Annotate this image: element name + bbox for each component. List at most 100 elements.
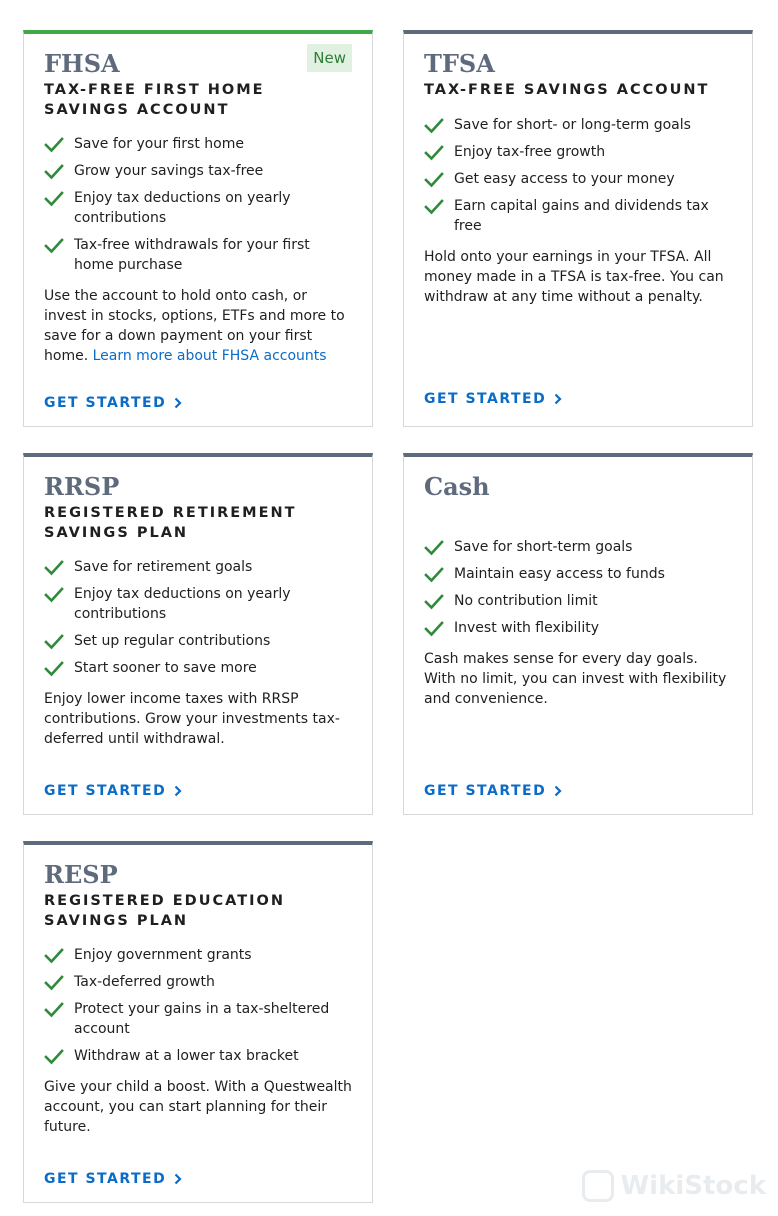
- feature-text: Set up regular contributions: [74, 633, 271, 649]
- feature-text: Invest with flexibility: [454, 620, 599, 636]
- cta-label: GET STARTED: [44, 395, 167, 411]
- get-started-button[interactable]: GET STARTED: [44, 394, 182, 412]
- card-abbr: FHSA: [44, 49, 120, 78]
- feature-text: Enjoy tax deductions on yearly contribut…: [74, 586, 291, 622]
- check-icon: [424, 199, 444, 215]
- check-icon: [424, 567, 444, 583]
- check-icon: [44, 634, 64, 650]
- check-icon: [44, 661, 64, 677]
- check-icon: [424, 621, 444, 637]
- feature-item: Earn capital gains and dividends tax fre…: [424, 196, 732, 236]
- new-badge: New: [307, 44, 352, 72]
- check-icon: [44, 948, 64, 964]
- feature-item: No contribution limit: [424, 591, 732, 611]
- feature-item: Protect your gains in a tax-sheltered ac…: [44, 999, 352, 1039]
- feature-item: Set up regular contributions: [44, 631, 352, 651]
- check-icon: [44, 587, 64, 603]
- feature-list: Save for your first home Grow your savin…: [44, 134, 352, 275]
- feature-item: Tax-free withdrawals for your first home…: [44, 235, 352, 275]
- get-started-button[interactable]: GET STARTED: [44, 782, 182, 800]
- check-icon: [44, 1049, 64, 1065]
- check-icon: [424, 594, 444, 610]
- card-description: Give your child a boost. With a Questwea…: [44, 1079, 352, 1135]
- card-abbr: RRSP: [44, 472, 120, 501]
- feature-list: Enjoy government grants Tax-deferred gro…: [44, 945, 352, 1066]
- check-icon: [424, 540, 444, 556]
- feature-text: Maintain easy access to funds: [454, 566, 665, 582]
- card-resp: RESP REGISTERED EDUCATION SAVINGS PLAN E…: [23, 841, 373, 1203]
- cta-label: GET STARTED: [424, 783, 547, 799]
- feature-item: Invest with flexibility: [424, 618, 732, 638]
- feature-text: Withdraw at a lower tax bracket: [74, 1048, 299, 1064]
- feature-text: Save for retirement goals: [74, 559, 253, 575]
- feature-text: Start sooner to save more: [74, 660, 257, 676]
- feature-item: Start sooner to save more: [44, 658, 352, 678]
- chevron-right-icon: [554, 785, 562, 797]
- card-tfsa: TFSA TAX-FREE SAVINGS ACCOUNT Save for s…: [403, 30, 753, 427]
- feature-text: Get easy access to your money: [454, 171, 675, 187]
- check-icon: [424, 118, 444, 134]
- card-description: Hold onto your earnings in your TFSA. Al…: [424, 249, 724, 305]
- feature-item: Enjoy tax deductions on yearly contribut…: [44, 188, 352, 228]
- feature-item: Save for short-term goals: [424, 537, 732, 557]
- chevron-right-icon: [174, 785, 182, 797]
- watermark: WikiStock: [582, 1170, 766, 1202]
- feature-text: Enjoy tax deductions on yearly contribut…: [74, 190, 291, 226]
- card-description: Use the account to hold onto cash, or in…: [44, 286, 352, 366]
- feature-text: Save for your first home: [74, 136, 244, 152]
- feature-list: Save for short-term goals Maintain easy …: [424, 537, 732, 638]
- feature-text: Protect your gains in a tax-sheltered ac…: [74, 1001, 330, 1037]
- feature-item: Grow your savings tax-free: [44, 161, 352, 181]
- chevron-right-icon: [554, 393, 562, 405]
- feature-text: Enjoy tax-free growth: [454, 144, 606, 160]
- cta-label: GET STARTED: [424, 391, 547, 407]
- watermark-logo-icon: [582, 1170, 615, 1202]
- card-title: [424, 503, 732, 523]
- cta-label: GET STARTED: [44, 783, 167, 799]
- chevron-right-icon: [174, 397, 182, 409]
- feature-item: Get easy access to your money: [424, 169, 732, 189]
- feature-text: Save for short-term goals: [454, 539, 633, 555]
- feature-text: No contribution limit: [454, 593, 598, 609]
- feature-list: Save for short- or long-term goals Enjoy…: [424, 115, 732, 236]
- feature-item: Save for retirement goals: [44, 557, 352, 577]
- get-started-button[interactable]: GET STARTED: [44, 1170, 182, 1188]
- card-fhsa: FHSA New TAX-FREE FIRST HOME SAVINGS ACC…: [23, 30, 373, 427]
- check-icon: [44, 164, 64, 180]
- check-icon: [44, 137, 64, 153]
- feature-text: Tax-deferred growth: [74, 974, 215, 990]
- feature-text: Save for short- or long-term goals: [454, 117, 691, 133]
- card-title: REGISTERED EDUCATION SAVINGS PLAN: [44, 893, 285, 929]
- card-abbr: TFSA: [424, 49, 495, 78]
- card-title: REGISTERED RETIREMENT SAVINGS PLAN: [44, 505, 297, 541]
- feature-item: Enjoy government grants: [44, 945, 352, 965]
- chevron-right-icon: [174, 1173, 182, 1185]
- feature-item: Save for short- or long-term goals: [424, 115, 732, 135]
- card-title: TAX-FREE FIRST HOME SAVINGS ACCOUNT: [44, 82, 265, 118]
- learn-more-link[interactable]: Learn more about FHSA accounts: [93, 348, 327, 364]
- card-description: Cash makes sense for every day goals. Wi…: [424, 651, 727, 707]
- feature-text: Tax-free withdrawals for your first home…: [74, 237, 310, 273]
- feature-item: Maintain easy access to funds: [424, 564, 732, 584]
- card-abbr: Cash: [424, 472, 490, 501]
- card-cash: Cash Save for short-term goals Maintain …: [403, 453, 753, 815]
- feature-item: Enjoy tax deductions on yearly contribut…: [44, 584, 352, 624]
- check-icon: [44, 191, 64, 207]
- feature-item: Enjoy tax-free growth: [424, 142, 732, 162]
- feature-text: Enjoy government grants: [74, 947, 252, 963]
- cta-label: GET STARTED: [44, 1171, 167, 1187]
- check-icon: [424, 145, 444, 161]
- feature-item: Tax-deferred growth: [44, 972, 352, 992]
- get-started-button[interactable]: GET STARTED: [424, 390, 562, 408]
- feature-item: Withdraw at a lower tax bracket: [44, 1046, 352, 1066]
- feature-item: Save for your first home: [44, 134, 352, 154]
- card-description: Enjoy lower income taxes with RRSP contr…: [44, 691, 340, 747]
- feature-text: Earn capital gains and dividends tax fre…: [454, 198, 709, 234]
- check-icon: [44, 1002, 64, 1018]
- get-started-button[interactable]: GET STARTED: [424, 782, 562, 800]
- feature-text: Grow your savings tax-free: [74, 163, 264, 179]
- check-icon: [44, 560, 64, 576]
- watermark-text: WikiStock: [620, 1171, 766, 1201]
- card-rrsp: RRSP REGISTERED RETIREMENT SAVINGS PLAN …: [23, 453, 373, 815]
- feature-list: Save for retirement goals Enjoy tax dedu…: [44, 557, 352, 678]
